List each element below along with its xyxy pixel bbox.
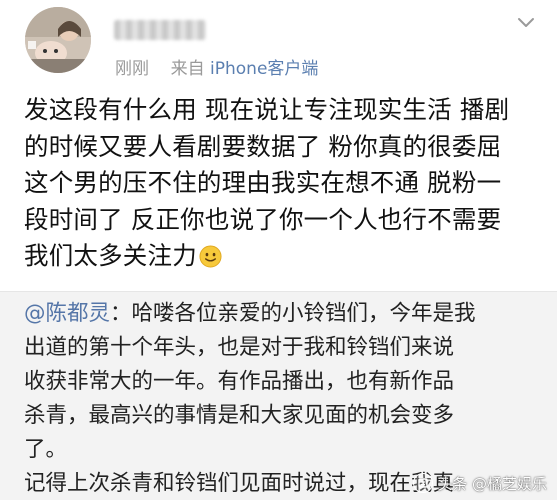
username-redacted[interactable]	[114, 20, 206, 40]
post-body: 发这段有什么用 现在说让专注现实生活 播剧 的时候又要人看剧要数据了 粉你真的很…	[24, 92, 539, 275]
post-meta: 刚刚 来自 iPhone客户端	[115, 54, 318, 79]
source-prefix: 来自	[170, 59, 205, 79]
post-line-text: 我们太多关注力	[24, 241, 197, 270]
source-client-link[interactable]: iPhone客户端	[210, 59, 318, 79]
post-line: 发这段有什么用 现在说让专注现实生活 播剧	[24, 95, 510, 124]
quoted-line-first: @陈都灵：哈喽各位亲爱的小铃铛们，今年是我	[24, 297, 539, 331]
mention-link[interactable]: @陈都灵	[24, 301, 110, 326]
toutiao-logo-icon	[413, 473, 434, 493]
quoted-line: 收获非常大的一年。有作品播出，也有新作品	[24, 369, 455, 394]
quoted-line: 了。	[24, 437, 68, 462]
quoted-line: 杀青，最高兴的事情是和大家见面的机会变多	[24, 403, 455, 428]
post-line: 的时候又要人看剧要数据了 粉你真的很委屈	[24, 131, 502, 161]
smile-emoji-icon	[199, 242, 222, 268]
weibo-post-screen: 刚刚 来自 iPhone客户端 发这段有什么用 现在说让专注现实生活 播剧 的时…	[0, 0, 557, 500]
quoted-line-text: ：哈喽各位亲爱的小铃铛们，今年是我	[110, 301, 476, 326]
avatar[interactable]	[25, 7, 91, 73]
chevron-down-icon[interactable]	[516, 12, 536, 32]
post-line: 这个男的压不住的理由我实在想不通 脱粉一	[24, 168, 502, 197]
post-timestamp: 刚刚	[115, 59, 149, 79]
watermark: 头条 @橘芝娱乐	[413, 470, 547, 496]
watermark-text: 头条 @橘芝娱乐	[437, 474, 547, 493]
quoted-line: 出道的第十个年头，也是对于我和铃铛们来说	[24, 335, 455, 360]
post-line: 段时间了 反正你也说了你一个人也行不需要	[24, 204, 502, 234]
post-line-last: 我们太多关注力	[24, 238, 539, 275]
post-header: 刚刚 来自 iPhone客户端	[0, 0, 557, 88]
quoted-post[interactable]: @陈都灵：哈喽各位亲爱的小铃铛们，今年是我 出道的第十个年头，也是对于我和铃铛们…	[0, 291, 557, 500]
